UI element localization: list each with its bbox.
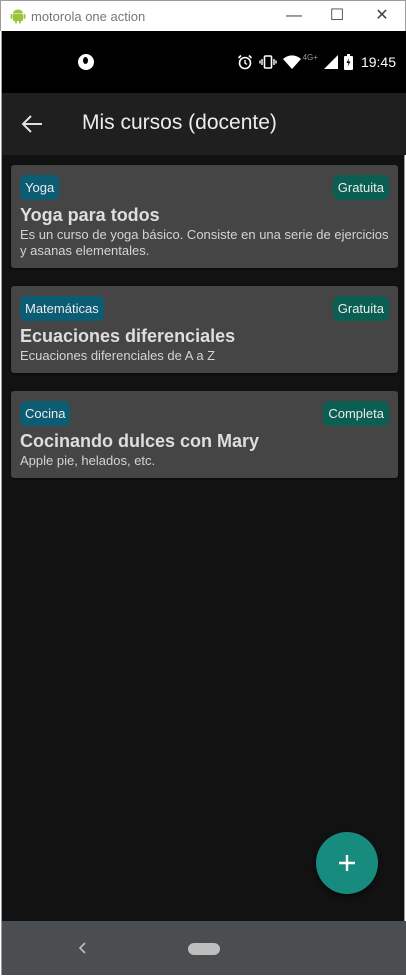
- course-card[interactable]: Matemáticas Gratuita Ecuaciones diferenc…: [11, 286, 398, 373]
- close-button[interactable]: ✕: [369, 5, 395, 27]
- status-icons: 4G+ 19:45: [237, 51, 396, 73]
- signal-icon: [323, 55, 338, 69]
- course-description: Apple pie, helados, etc.: [20, 453, 156, 468]
- status-bar: 4G+ 19:45: [2, 31, 406, 93]
- course-list: Yoga Gratuita Yoga para todos Es un curs…: [11, 165, 398, 496]
- type-chip: Completa: [323, 401, 389, 426]
- navigation-bar: [2, 921, 406, 975]
- window-title: motorola one action: [31, 9, 146, 24]
- category-chip: Cocina: [20, 401, 71, 426]
- wifi-icon: [282, 55, 301, 69]
- vibrate-icon: [258, 55, 277, 69]
- type-chip: Gratuita: [332, 175, 389, 200]
- battery-icon: [343, 54, 353, 70]
- plus-icon: [339, 855, 355, 871]
- alarm-icon: [237, 54, 252, 70]
- arrow-back-icon[interactable]: [18, 111, 46, 137]
- phone-screen: 4G+ 19:45 Mis cursos (docente) Yoga Grat…: [1, 31, 406, 975]
- course-title: Yoga para todos: [20, 205, 160, 225]
- category-chip: Yoga: [20, 175, 60, 200]
- type-chip: Gratuita: [332, 296, 389, 321]
- network-label: 4G+: [302, 52, 318, 62]
- status-time: 19:45: [360, 54, 396, 70]
- emulator-titlebar: motorola one action — ☐ ✕: [0, 0, 406, 31]
- minimize-button[interactable]: —: [281, 5, 307, 27]
- course-card[interactable]: Cocina Completa Cocinando dulces con Mar…: [11, 391, 398, 478]
- maximize-button[interactable]: ☐: [324, 5, 350, 27]
- nav-home-icon[interactable]: [188, 943, 220, 955]
- course-title: Ecuaciones diferenciales: [20, 326, 236, 346]
- notification-icon: [78, 54, 94, 70]
- page-title: Mis cursos (docente): [82, 111, 277, 134]
- nav-back-icon[interactable]: [76, 939, 90, 957]
- course-description: Es un curso de yoga básico. Consiste en …: [20, 227, 389, 258]
- course-card[interactable]: Yoga Gratuita Yoga para todos Es un curs…: [11, 165, 398, 268]
- app-bar: Mis cursos (docente): [2, 93, 406, 155]
- add-course-button[interactable]: [316, 832, 378, 894]
- course-title: Cocinando dulces con Mary: [20, 431, 260, 451]
- android-icon: [10, 9, 26, 24]
- category-chip: Matemáticas: [20, 296, 104, 321]
- course-description: Ecuaciones diferenciales de A a Z: [20, 348, 216, 363]
